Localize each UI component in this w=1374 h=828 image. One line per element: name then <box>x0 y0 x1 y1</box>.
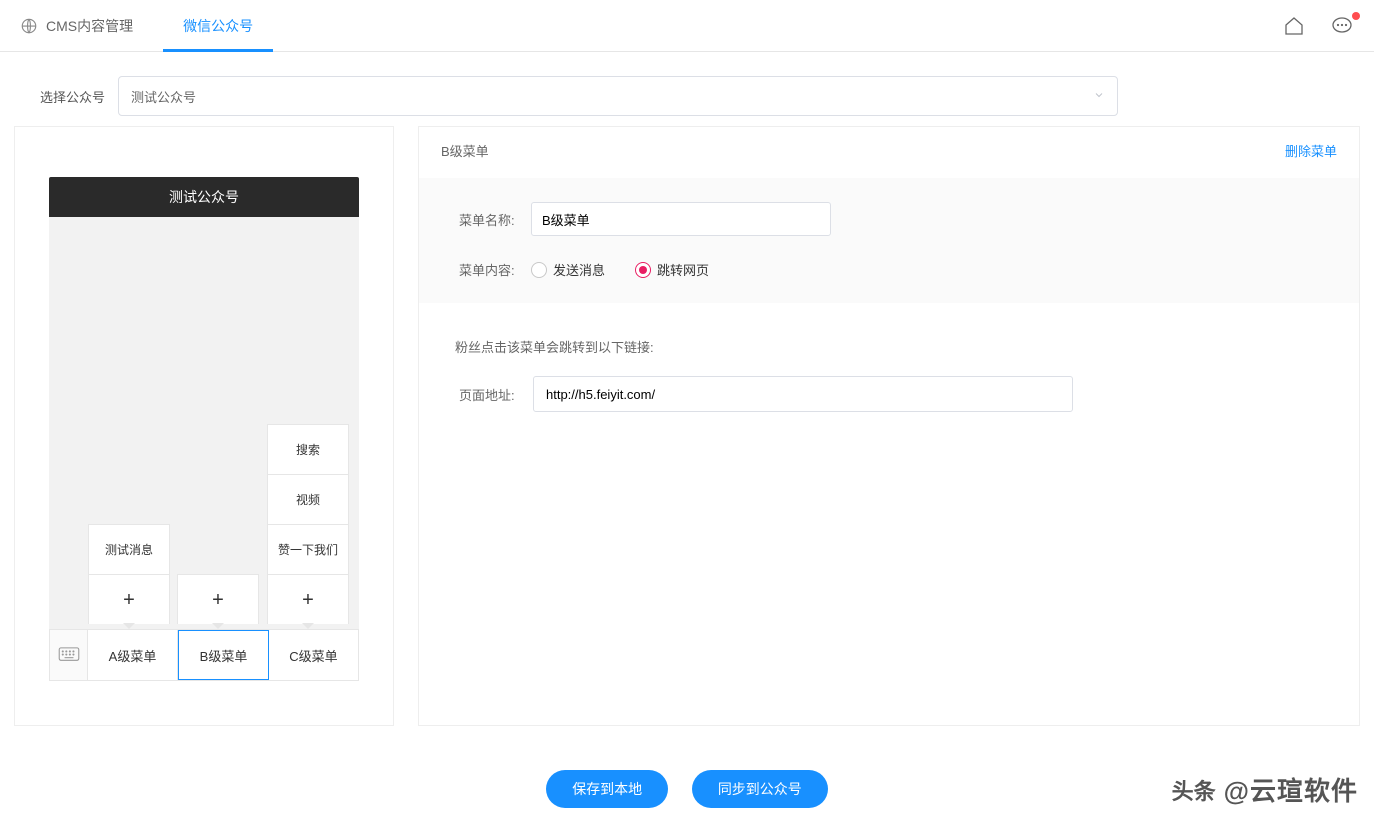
submenu-item[interactable]: 搜索 <box>267 424 349 474</box>
detail-title: B级菜单 <box>441 141 489 160</box>
account-selector-label: 选择公众号 <box>40 87 118 106</box>
submenu-item[interactable]: 赞一下我们 <box>267 524 349 574</box>
account-select-value: 测试公众号 <box>131 87 196 106</box>
watermark-text: @云瑄软件 <box>1224 771 1358 808</box>
menu-name-input[interactable] <box>531 202 831 236</box>
globe-icon <box>20 17 38 35</box>
radio-label: 跳转网页 <box>657 260 709 279</box>
keyboard-icon[interactable] <box>50 630 88 680</box>
page-url-input[interactable] <box>533 376 1073 412</box>
menu-form: 菜单名称: 菜单内容: 发送消息 跳转网页 <box>419 178 1359 303</box>
main-menu-b[interactable]: B级菜单 <box>178 630 269 680</box>
submenu-arrow-icon <box>123 623 135 629</box>
account-selector-row: 选择公众号 测试公众号 <box>0 52 1374 126</box>
radio-label: 发送消息 <box>553 260 605 279</box>
action-buttons: 保存到本地 同步到公众号 <box>0 750 1374 828</box>
link-hint: 粉丝点击该菜单会跳转到以下链接: <box>441 337 1319 356</box>
topbar: CMS内容管理 微信公众号 <box>0 0 1374 52</box>
watermark: 头条 @云瑄软件 <box>1172 771 1358 808</box>
phone-preview-column: 测试公众号 测试消息 + + 搜索 视频 赞一下我们 + <box>14 126 394 726</box>
phone-body: 测试消息 + + 搜索 视频 赞一下我们 + <box>49 217 359 629</box>
radio-jump-url[interactable]: 跳转网页 <box>635 260 709 279</box>
detail-column: B级菜单 删除菜单 菜单名称: 菜单内容: 发送消息 跳转网页 <box>418 126 1360 726</box>
menu-name-label: 菜单名称: <box>459 210 531 229</box>
chevron-down-icon <box>1093 89 1105 104</box>
delete-menu-link[interactable]: 删除菜单 <box>1285 141 1337 160</box>
submenu-arrow-icon <box>302 623 314 629</box>
save-local-button[interactable]: 保存到本地 <box>546 770 668 808</box>
main-menu-c[interactable]: C级菜单 <box>269 630 358 680</box>
add-submenu-button[interactable]: + <box>177 574 259 624</box>
radio-circle-icon <box>531 262 547 278</box>
tab-wechat[interactable]: 微信公众号 <box>163 0 273 52</box>
watermark-prefix: 头条 <box>1172 774 1216 806</box>
add-submenu-button[interactable]: + <box>267 574 349 624</box>
breadcrumb-title: CMS内容管理 <box>46 16 133 36</box>
main-menu-a[interactable]: A级菜单 <box>88 630 178 680</box>
phone-bottom-bar: A级菜单 B级菜单 C级菜单 <box>49 629 359 681</box>
detail-header: B级菜单 删除菜单 <box>419 127 1359 174</box>
chat-icon[interactable] <box>1330 14 1354 38</box>
submenu-column-1: + <box>177 574 259 629</box>
sync-account-button[interactable]: 同步到公众号 <box>692 770 828 808</box>
radio-send-message[interactable]: 发送消息 <box>531 260 605 279</box>
account-select[interactable]: 测试公众号 <box>118 76 1118 116</box>
radio-circle-icon <box>635 262 651 278</box>
add-submenu-button[interactable]: + <box>88 574 170 624</box>
notification-dot <box>1352 12 1360 20</box>
home-icon[interactable] <box>1282 14 1306 38</box>
page-url-label: 页面地址: <box>459 385 533 404</box>
link-block: 粉丝点击该菜单会跳转到以下链接: 页面地址: <box>419 307 1359 452</box>
phone-title-bar: 测试公众号 <box>49 177 359 217</box>
menu-content-label: 菜单内容: <box>459 260 531 279</box>
submenu-column-2: 搜索 视频 赞一下我们 + <box>267 424 349 629</box>
submenu-column-0: 测试消息 + <box>88 524 170 629</box>
submenu-item[interactable]: 测试消息 <box>88 524 170 574</box>
submenu-item[interactable]: 视频 <box>267 474 349 524</box>
submenu-arrow-icon <box>212 623 224 629</box>
